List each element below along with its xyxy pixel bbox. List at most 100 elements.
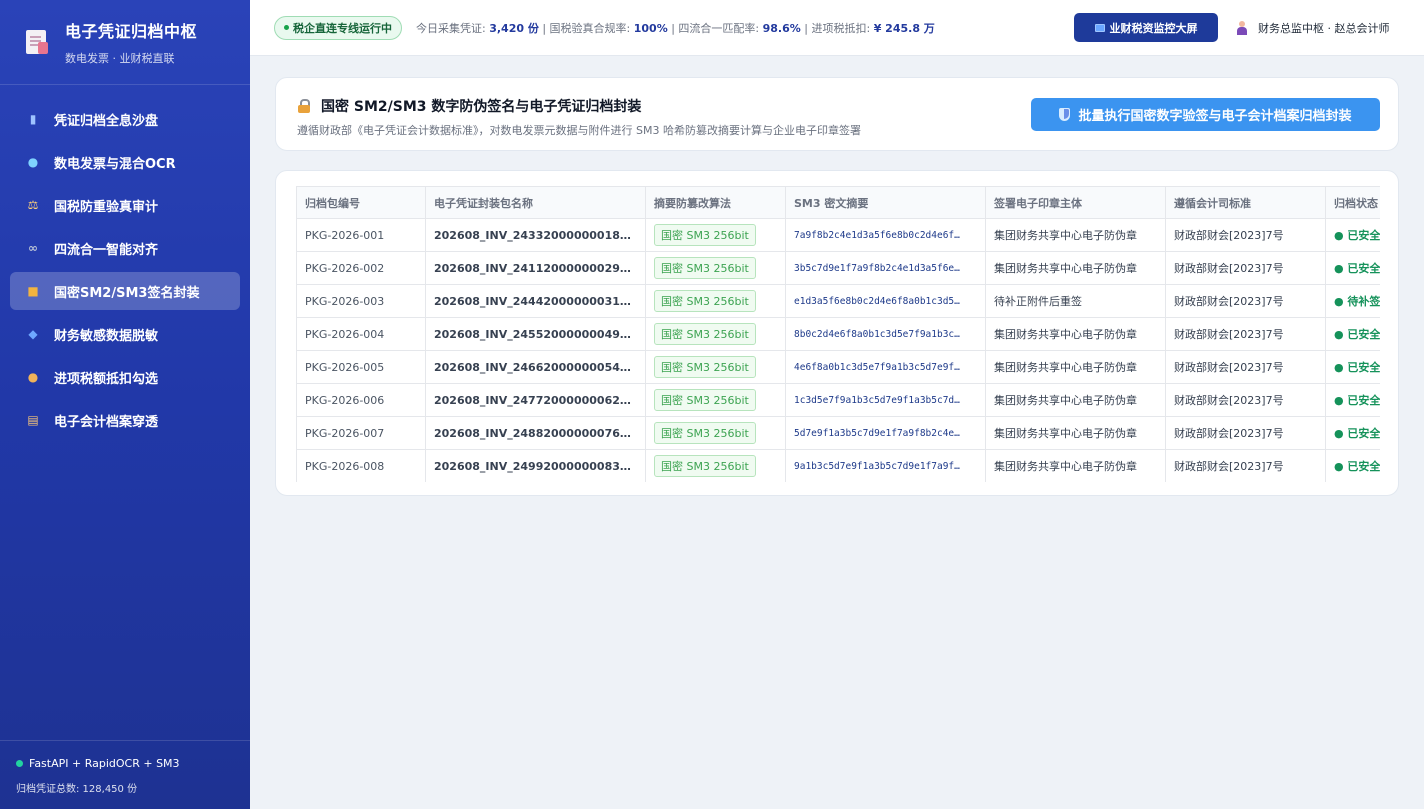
- sidebar-item-label: 财务敏感数据脱敏: [54, 328, 159, 344]
- sidebar-item-2[interactable]: ● 数电发票与混合OCR: [10, 143, 240, 181]
- sidebar-item-label: 国密SM2/SM3签名封装: [54, 285, 200, 301]
- user-profile[interactable]: 财务总监中枢 · 赵总会计师: [1236, 0, 1390, 56]
- brand-subtitle: 数电发票 · 业财税直联: [65, 52, 175, 65]
- archive-total-count: 归档凭证总数: 128,450 份: [16, 784, 138, 795]
- standard-cell: 财政部财会[2023]7号: [1165, 251, 1326, 285]
- archive-status-cell: ● 已安全: [1325, 350, 1380, 384]
- standard-cell: 财政部财会[2023]7号: [1165, 317, 1326, 351]
- metric-deduction-value: ¥ 245.8 万: [873, 21, 935, 35]
- lock-icon: [297, 99, 311, 113]
- column-header[interactable]: 遵循会计司标准: [1165, 186, 1326, 219]
- sidebar-item-label: 电子会计档案穿透: [54, 414, 159, 430]
- archive-table-card: 归档包编号 电子凭证封装包名称 摘要防篡改算法 SM3 密文摘要 签署电子印章主体 遵循会…: [275, 170, 1399, 496]
- package-id-cell: PKG-2026-007: [296, 416, 426, 450]
- algorithm-cell: 国密 SM3 256bit: [645, 251, 786, 285]
- table-row[interactable]: PKG-2026-001 202608_INV_2433200000001882.…: [296, 218, 1380, 252]
- top-bar: 税企直连专线运行中 今日采集凭证: 3,420 份 | 国税验真合规率: 100…: [250, 0, 1424, 56]
- algorithm-tag: 国密 SM3 256bit: [654, 323, 756, 345]
- service-status-label: FastAPI + RapidOCR + SM3: [29, 757, 180, 770]
- monitor-dashboard-label: 业财税资监控大屏: [1109, 21, 1198, 35]
- page-title: 国密 SM2/SM3 数字防伪签名与电子凭证归档封装: [297, 96, 641, 116]
- shield-icon: [1059, 108, 1071, 121]
- page-header-card: 国密 SM2/SM3 数字防伪签名与电子凭证归档封装 遵循财政部《电子凭证会计数…: [275, 77, 1399, 151]
- algorithm-cell: 国密 SM3 256bit: [645, 284, 786, 318]
- seal-entity-cell: 集团财务共享中心电子防伪章: [985, 350, 1166, 384]
- scales-icon: ⚖: [27, 198, 39, 212]
- batch-sign-archive-label: 批量执行国密数字验签与电子会计档案归档封装: [1078, 109, 1352, 124]
- magnifier-icon: ●: [27, 155, 39, 169]
- shield-icon: ◆: [28, 327, 38, 341]
- lock-icon: ■: [27, 284, 39, 298]
- table-row[interactable]: PKG-2026-002 202608_INV_2411200000002931.…: [296, 251, 1380, 285]
- algorithm-cell: 国密 SM3 256bit: [645, 416, 786, 450]
- link-icon: ∞: [28, 241, 38, 255]
- algorithm-cell: 国密 SM3 256bit: [645, 449, 786, 482]
- package-id-cell: PKG-2026-003: [296, 284, 426, 318]
- sm3-digest-cell: 5d7e9f1a3b5c7d9e1f7a9f8b2c4e…: [785, 416, 986, 450]
- table-row[interactable]: PKG-2026-003 202608_INV_2444200000003115.…: [296, 284, 1380, 318]
- package-id-cell: PKG-2026-008: [296, 449, 426, 482]
- table-row[interactable]: PKG-2026-007 202608_INV_2488200000007612.…: [296, 416, 1380, 450]
- metric-match-label: | 四流合一匹配率:: [667, 21, 763, 35]
- column-header[interactable]: 摘要防篡改算法: [645, 186, 786, 219]
- table-row[interactable]: PKG-2026-005 202608_INV_2466200000005456.…: [296, 350, 1380, 384]
- sm3-digest-cell: 8b0c2d4e6f8a0b1c3d5e7f9a1b3c…: [785, 317, 986, 351]
- package-name-cell: 202608_INV_2444200000003115.zip: [425, 284, 646, 318]
- standard-cell: 财政部财会[2023]7号: [1165, 383, 1326, 417]
- sidebar-item-label: 凭证归档全息沙盘: [54, 113, 159, 129]
- seal-entity-cell: 集团财务共享中心电子防伪章: [985, 449, 1166, 482]
- sidebar-item-5[interactable]: ■ 国密SM2/SM3签名封装: [10, 272, 240, 310]
- package-id-cell: PKG-2026-006: [296, 383, 426, 417]
- tax-link-status-badge: 税企直连专线运行中: [274, 15, 402, 40]
- metric-compliance-value: 100%: [633, 21, 668, 35]
- sidebar-item-4[interactable]: ∞ 四流合一智能对齐: [10, 229, 240, 267]
- column-header[interactable]: 归档包编号: [296, 186, 426, 219]
- seal-entity-cell: 待补正附件后重签: [985, 284, 1166, 318]
- table-row[interactable]: PKG-2026-006 202608_INV_2477200000006288.…: [296, 383, 1380, 417]
- sm3-digest-cell: 4e6f8a0b1c3d5e7f9a1b3c5d7e9f…: [785, 350, 986, 384]
- algorithm-tag: 国密 SM3 256bit: [654, 257, 756, 279]
- page-subtitle: 遵循财政部《电子凭证会计数据标准》，对数电发票元数据与附件进行 SM3 哈希防篡…: [297, 124, 861, 137]
- sidebar-footer: FastAPI + RapidOCR + SM3 归档凭证总数: 128,450…: [0, 740, 250, 809]
- algorithm-tag: 国密 SM3 256bit: [654, 290, 756, 312]
- brand: 电子凭证归档中枢 数电发票 · 业财税直联: [0, 0, 250, 85]
- archive-table: 归档包编号 电子凭证封装包名称 摘要防篡改算法 SM3 密文摘要 签署电子印章主体 遵循会…: [296, 186, 1380, 482]
- seal-entity-cell: 集团财务共享中心电子防伪章: [985, 251, 1166, 285]
- metric-match-value: 98.6%: [762, 21, 801, 35]
- scroll-icon: ▤: [27, 413, 39, 427]
- metric-compliance-label: | 国税验真合规率:: [538, 21, 634, 35]
- sidebar-item-1[interactable]: ▮ 凭证归档全息沙盘: [10, 100, 240, 138]
- sidebar-item-3[interactable]: ⚖ 国税防重验真审计: [10, 186, 240, 224]
- column-header[interactable]: SM3 密文摘要: [785, 186, 986, 219]
- metric-collected-label: 今日采集凭证:: [416, 21, 490, 35]
- archive-table-scroll[interactable]: 归档包编号 电子凭证封装包名称 摘要防篡改算法 SM3 密文摘要 签署电子印章主体 遵循会…: [296, 186, 1380, 482]
- algorithm-cell: 国密 SM3 256bit: [645, 383, 786, 417]
- service-status: FastAPI + RapidOCR + SM3: [16, 757, 250, 770]
- package-id-cell: PKG-2026-005: [296, 350, 426, 384]
- algorithm-tag: 国密 SM3 256bit: [654, 422, 756, 444]
- sidebar-item-label: 进项税额抵扣勾选: [54, 371, 159, 387]
- batch-sign-archive-button[interactable]: 批量执行国密数字验签与电子会计档案归档封装: [1031, 98, 1380, 131]
- table-body: PKG-2026-001 202608_INV_2433200000001882.…: [296, 218, 1380, 482]
- sm3-digest-cell: 7a9f8b2c4e1d3a5f6e8b0c2d4e6f…: [785, 218, 986, 252]
- invoice-archive-icon: [24, 28, 50, 56]
- sidebar-nav: ▮ 凭证归档全息沙盘 ● 数电发票与混合OCR ⚖ 国税防重验真审计 ∞ 四流合一智能对齐 ■ 国…: [0, 85, 250, 439]
- column-header[interactable]: 归档状态: [1325, 186, 1380, 219]
- standard-cell: 财政部财会[2023]7号: [1165, 284, 1326, 318]
- sidebar-item-6[interactable]: ◆ 财务敏感数据脱敏: [10, 315, 240, 353]
- daily-metrics: 今日采集凭证: 3,420 份 | 国税验真合规率: 100% | 四流合一匹配…: [416, 20, 935, 36]
- archive-status-cell: ● 已安全: [1325, 416, 1380, 450]
- algorithm-tag: 国密 SM3 256bit: [654, 389, 756, 411]
- sidebar-item-8[interactable]: ▤ 电子会计档案穿透: [10, 401, 240, 439]
- column-header[interactable]: 电子凭证封装包名称: [425, 186, 646, 219]
- sidebar-item-label: 国税防重验真审计: [54, 199, 159, 215]
- sidebar-item-7[interactable]: ● 进项税额抵扣勾选: [10, 358, 240, 396]
- column-header[interactable]: 签署电子印章主体: [985, 186, 1166, 219]
- user-name: 财务总监中枢 · 赵总会计师: [1258, 22, 1390, 35]
- seal-entity-cell: 集团财务共享中心电子防伪章: [985, 218, 1166, 252]
- table-row[interactable]: PKG-2026-004 202608_INV_2455200000004920.…: [296, 317, 1380, 351]
- monitor-dashboard-button[interactable]: 业财税资监控大屏: [1074, 13, 1218, 42]
- archive-status-cell: ● 待补签: [1325, 284, 1380, 318]
- table-row[interactable]: PKG-2026-008 202608_INV_2499200000008341.…: [296, 449, 1380, 482]
- table-header-row: 归档包编号 电子凭证封装包名称 摘要防篡改算法 SM3 密文摘要 签署电子印章主体 遵循会…: [296, 186, 1380, 219]
